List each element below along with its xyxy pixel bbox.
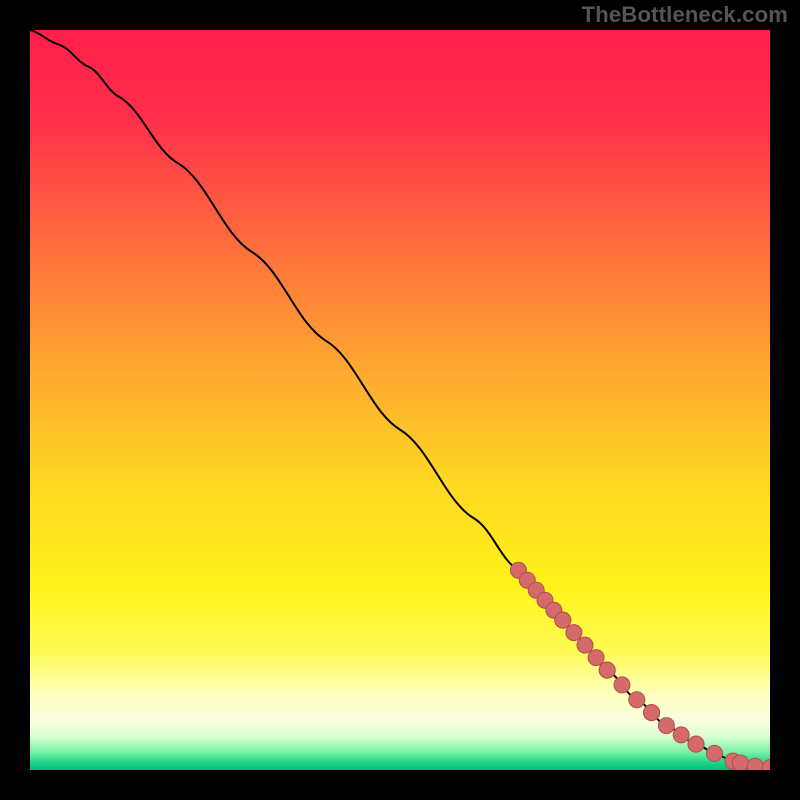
curve-marker (688, 736, 704, 752)
watermark-text: TheBottleneck.com (582, 2, 788, 28)
marker-group (510, 562, 770, 770)
curve-marker (673, 727, 689, 743)
curve-marker (629, 692, 645, 708)
curve-marker (707, 745, 723, 761)
curve-marker (747, 758, 763, 770)
curve-marker (732, 755, 748, 770)
curve-marker (588, 650, 604, 666)
plot-area (30, 30, 770, 770)
curve-marker (599, 662, 615, 678)
chart-stage: TheBottleneck.com (0, 0, 800, 800)
curve-marker (614, 677, 630, 693)
curve-marker (566, 625, 582, 641)
curve-marker (644, 705, 660, 721)
curve-marker (555, 612, 571, 628)
bottleneck-curve-path (30, 30, 770, 768)
curve-layer (30, 30, 770, 770)
curve-marker (577, 637, 593, 653)
curve-marker (658, 718, 674, 734)
curve-marker (762, 760, 770, 770)
